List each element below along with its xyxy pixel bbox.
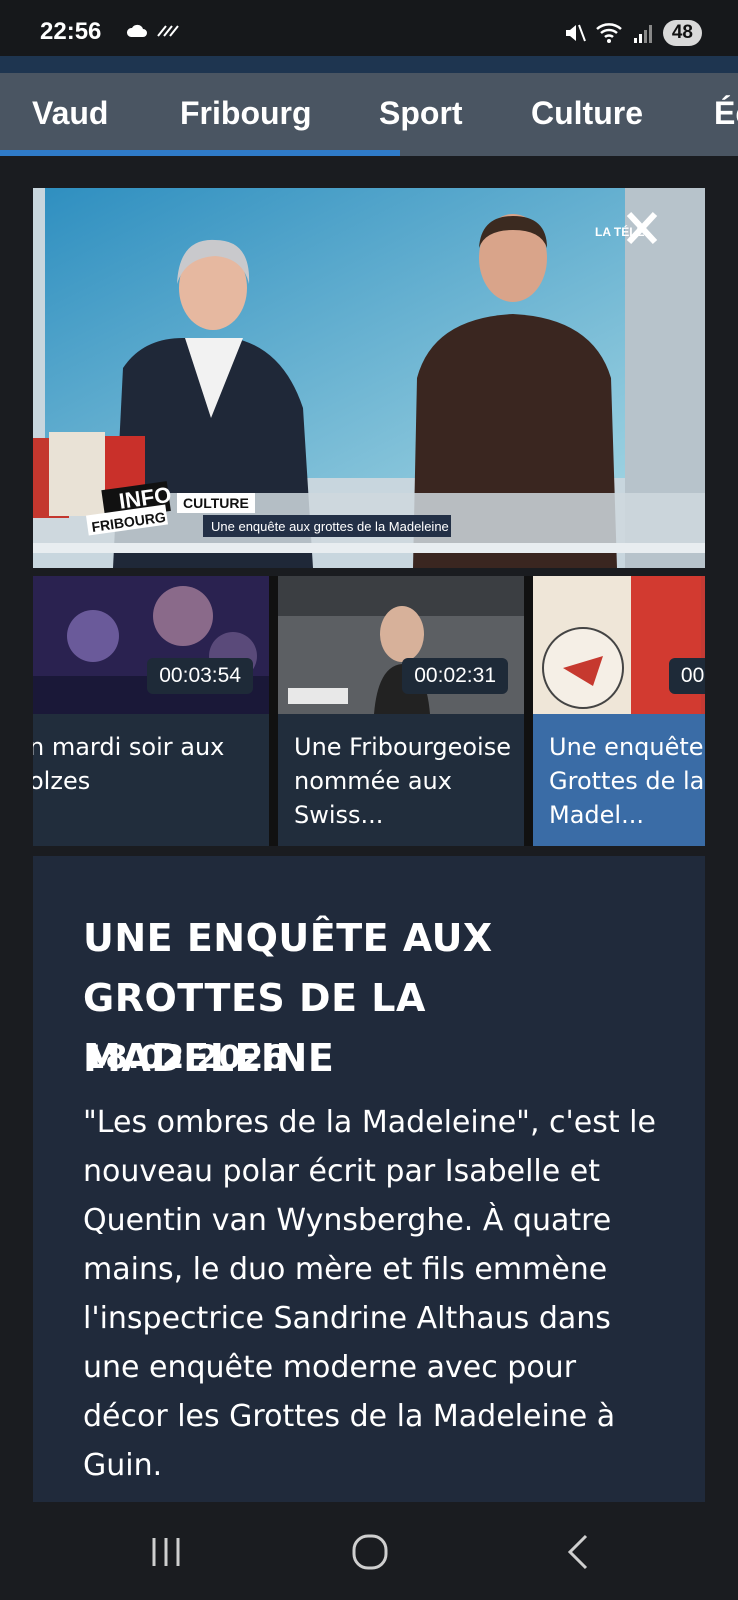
article-date: 18.02.2026 bbox=[83, 1038, 286, 1076]
video-card-active[interactable]: 00:06:1 Une enquête aux Grottes de la Ma… bbox=[533, 576, 705, 846]
mute-icon bbox=[565, 24, 586, 42]
video-card-title: Une Fribourgeoise nommée aux Swiss... bbox=[294, 733, 511, 829]
status-bar: 22:56 48 bbox=[0, 0, 738, 56]
tab-economie[interactable]: Éc bbox=[714, 95, 738, 132]
article-panel: UNE ENQUÊTE AUX GROTTES DE LA MADELEINE … bbox=[33, 856, 705, 1502]
back-icon[interactable] bbox=[560, 1532, 600, 1572]
wifi-icon bbox=[596, 23, 622, 43]
tab-indicator bbox=[0, 150, 400, 156]
status-time: 22:56 bbox=[40, 18, 102, 45]
video-duration: 00:06:1 bbox=[668, 658, 705, 694]
video-duration: 00:03:54 bbox=[147, 658, 253, 694]
related-videos-carousel[interactable]: 00:03:54 n mardi soir aux olzes 00:02:31… bbox=[33, 576, 705, 846]
cloud-icon bbox=[126, 24, 147, 37]
video-player[interactable]: INFO FRIBOURG CULTURE Une enquête aux gr… bbox=[33, 188, 705, 568]
category-tabs[interactable]: Vaud Fribourg Sport Culture Éc bbox=[0, 73, 738, 156]
recent-apps-icon[interactable] bbox=[146, 1532, 186, 1572]
video-caption: Une enquête aux grottes de la Madeleine bbox=[211, 519, 449, 534]
tab-culture[interactable]: Culture bbox=[531, 95, 643, 132]
video-duration: 00:02:31 bbox=[402, 658, 508, 694]
signal-icon bbox=[633, 25, 652, 43]
video-card[interactable]: 00:03:54 n mardi soir aux olzes bbox=[33, 576, 269, 846]
system-navigation-bar bbox=[0, 1502, 738, 1600]
video-frame: INFO FRIBOURG CULTURE Une enquête aux gr… bbox=[33, 188, 705, 568]
category-badge: CULTURE bbox=[183, 495, 249, 511]
video-card-title: Une enquête aux Grottes de la Madel... bbox=[549, 733, 705, 829]
app-header-band bbox=[0, 56, 738, 73]
video-card-title: n mardi soir aux olzes bbox=[33, 733, 225, 795]
tab-vaud[interactable]: Vaud bbox=[32, 95, 108, 132]
video-card[interactable]: 00:02:31 Une Fribourgeoise nommée aux Sw… bbox=[278, 576, 524, 846]
data-sync-icon bbox=[157, 25, 179, 37]
tab-fribourg[interactable]: Fribourg bbox=[180, 95, 312, 132]
home-icon[interactable] bbox=[350, 1532, 390, 1572]
article-body: "Les ombres de la Madeleine", c'est le n… bbox=[83, 1105, 656, 1483]
battery-indicator: 48 bbox=[662, 20, 702, 46]
tab-sport[interactable]: Sport bbox=[379, 95, 463, 132]
